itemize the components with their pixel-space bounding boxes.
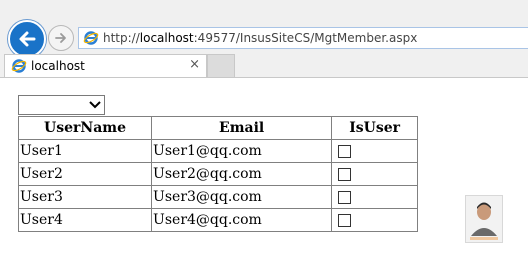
isuser-cell — [331, 139, 418, 163]
email-cell: User4@qq.com — [151, 208, 333, 232]
username-cell: User4 — [17, 208, 153, 232]
url-path: :49577/InsusSiteCS/MgtMember.aspx — [193, 31, 418, 45]
isuser-checkbox[interactable] — [338, 167, 352, 181]
chevron-down-icon — [89, 101, 101, 109]
email-cell: User1@qq.com — [151, 139, 333, 163]
forward-arrow-icon — [55, 33, 66, 43]
header-isuser: IsUser — [331, 116, 418, 140]
header-email: Email — [151, 116, 333, 140]
table-row: User2 User2@qq.com — [17, 162, 418, 186]
url-text: http://localhost:49577/InsusSiteCS/MgtMe… — [103, 31, 417, 45]
ie-icon — [83, 31, 99, 45]
username-cell: User3 — [17, 185, 153, 209]
address-bar[interactable]: http://localhost:49577/InsusSiteCS/MgtMe… — [78, 27, 528, 49]
browser-tab[interactable]: localhost × — [4, 54, 207, 78]
username-cell: User2 — [17, 162, 153, 186]
isuser-checkbox[interactable] — [338, 144, 352, 158]
username-cell: User1 — [17, 139, 153, 163]
isuser-cell — [331, 162, 418, 186]
isuser-checkbox[interactable] — [338, 213, 352, 227]
header-username: UserName — [17, 116, 153, 140]
user-filter-dropdown[interactable] — [18, 95, 105, 115]
table-row: User4 User4@qq.com — [17, 208, 418, 232]
email-cell: User2@qq.com — [151, 162, 333, 186]
isuser-checkbox[interactable] — [338, 190, 352, 204]
tab-close-icon[interactable]: × — [189, 57, 200, 72]
tab-title: localhost — [31, 59, 85, 73]
chrome-divider — [0, 77, 528, 78]
back-button[interactable] — [8, 20, 46, 58]
back-arrow-icon — [19, 31, 36, 47]
isuser-cell — [331, 185, 418, 209]
browser-chrome: http://localhost:49577/InsusSiteCS/MgtMe… — [0, 0, 528, 78]
table-row: User3 User3@qq.com — [17, 185, 418, 209]
email-cell: User3@qq.com — [151, 185, 333, 209]
url-host: localhost — [139, 31, 194, 45]
new-tab-button[interactable] — [207, 54, 235, 78]
url-prefix: http:// — [103, 31, 140, 45]
isuser-cell — [331, 208, 418, 232]
table-header-row: UserName Email IsUser — [17, 116, 418, 140]
person-photo-icon — [466, 196, 502, 242]
tab-ie-icon — [11, 59, 27, 73]
forward-button[interactable] — [48, 25, 74, 51]
table-row: User1 User1@qq.com — [17, 139, 418, 163]
user-avatar — [465, 195, 503, 243]
members-table: UserName Email IsUser User1 User1@qq.com… — [17, 116, 418, 232]
